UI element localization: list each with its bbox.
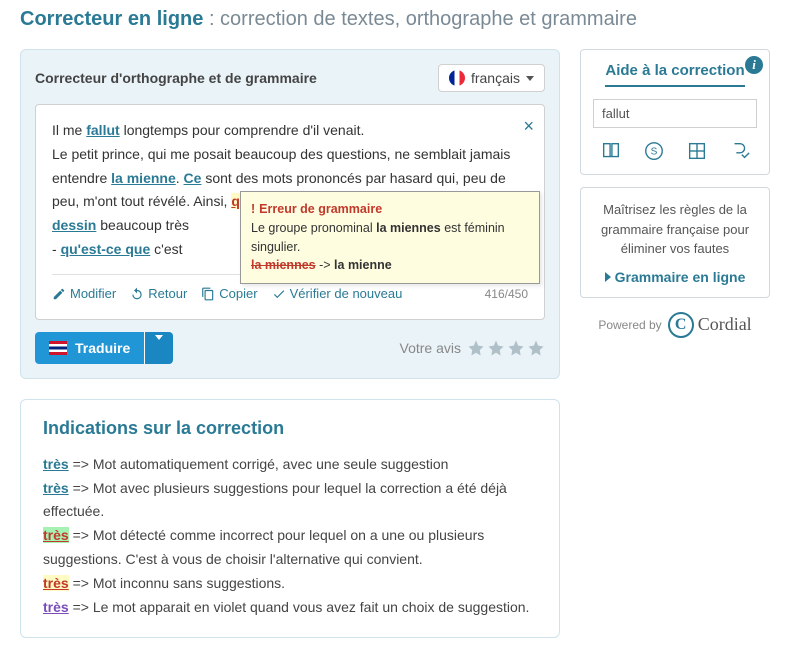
star-icon[interactable] <box>507 339 525 357</box>
rating-section: Votre avis <box>400 339 545 357</box>
copy-button[interactable]: Copier <box>201 283 257 305</box>
ind-kw: très <box>43 575 69 591</box>
indications-title: Indications sur la correction <box>43 418 537 439</box>
ind-row: très => Mot avec plusieurs suggestions p… <box>43 477 537 525</box>
help-input[interactable] <box>593 99 757 128</box>
word-la-mienne[interactable]: la mienne <box>111 170 176 186</box>
rating-stars <box>467 339 545 357</box>
ind-row: très => Mot inconnu sans suggestions. <box>43 572 537 596</box>
star-icon[interactable] <box>467 339 485 357</box>
corrector-panel: Correcteur d'orthographe et de grammaire… <box>20 49 560 379</box>
chevron-down-icon <box>155 335 163 356</box>
chevron-down-icon <box>526 76 534 81</box>
page-title: Correcteur en ligne : correction de text… <box>20 8 770 31</box>
flag-en-icon <box>49 341 67 355</box>
flag-fr-icon <box>449 70 465 86</box>
panel-title: Correcteur d'orthographe et de grammaire <box>35 70 317 86</box>
char-count: 416/450 <box>485 284 528 304</box>
lang-label: français <box>471 70 520 86</box>
check-icon <box>272 287 286 301</box>
tooltip-title: Erreur de grammaire <box>259 202 382 216</box>
conjugate-icon[interactable] <box>729 140 751 162</box>
cordial-logo[interactable]: C Cordial <box>668 312 752 338</box>
warning-icon: ! <box>251 202 255 216</box>
ind-row: très => Mot détecté comme incorrect pour… <box>43 524 537 572</box>
star-icon[interactable] <box>527 339 545 357</box>
ind-kw: très <box>43 599 69 615</box>
title-sub: : correction de textes, orthographe et g… <box>203 8 637 30</box>
word-dessin[interactable]: dessin <box>52 217 96 233</box>
translate-dropdown[interactable] <box>144 332 173 364</box>
recheck-button[interactable]: Vérifier de nouveau <box>272 283 403 305</box>
language-select[interactable]: français <box>438 64 545 92</box>
close-icon[interactable]: × <box>523 111 534 142</box>
book-icon[interactable] <box>600 140 622 162</box>
star-icon[interactable] <box>487 339 505 357</box>
help-title: Aide à la correction <box>605 62 744 87</box>
error-tooltip: ! Erreur de grammaire Le groupe pronomina… <box>240 191 540 284</box>
svg-text:S: S <box>650 147 657 158</box>
powered-by: Powered by C Cordial <box>580 312 770 338</box>
pencil-icon <box>52 287 66 301</box>
grammar-panel: Maîtrisez les règles de la grammaire fra… <box>580 187 770 298</box>
help-panel: i Aide à la correction S <box>580 49 770 175</box>
translate-button-group: Traduire <box>35 332 173 364</box>
text-editor[interactable]: × Il me fallut longtemps pour comprendre… <box>35 104 545 320</box>
indications-panel: Indications sur la correction très => Mo… <box>20 399 560 639</box>
undo-button[interactable]: Retour <box>130 283 187 305</box>
tooltip-fix: la miennes -> la mienne <box>251 256 529 275</box>
word-quest[interactable]: qu'est-ce que <box>61 241 151 257</box>
tooltip-desc: Le groupe pronominal la miennes est fémi… <box>251 219 529 257</box>
grammar-text: Maîtrisez les règles de la grammaire fra… <box>593 200 757 259</box>
word-fallut[interactable]: fallut <box>86 122 119 138</box>
ind-kw: très <box>43 456 69 472</box>
grid-icon[interactable] <box>686 140 708 162</box>
rating-label: Votre avis <box>400 340 461 356</box>
undo-icon <box>130 287 144 301</box>
info-icon[interactable]: i <box>745 56 763 74</box>
ind-kw: très <box>43 527 69 543</box>
ind-kw: très <box>43 480 69 496</box>
modify-button[interactable]: Modifier <box>52 283 116 305</box>
translate-button[interactable]: Traduire <box>35 332 144 364</box>
ind-row: très => Le mot apparait en violet quand … <box>43 596 537 620</box>
synonym-icon[interactable]: S <box>643 140 665 162</box>
title-main: Correcteur en ligne <box>20 8 203 30</box>
cordial-c-icon: C <box>668 312 694 338</box>
ind-row: très => Mot automatiquement corrigé, ave… <box>43 453 537 477</box>
copy-icon <box>201 287 215 301</box>
grammar-link[interactable]: Grammaire en ligne <box>593 269 757 285</box>
word-ce[interactable]: Ce <box>184 170 202 186</box>
triangle-right-icon <box>605 272 611 282</box>
